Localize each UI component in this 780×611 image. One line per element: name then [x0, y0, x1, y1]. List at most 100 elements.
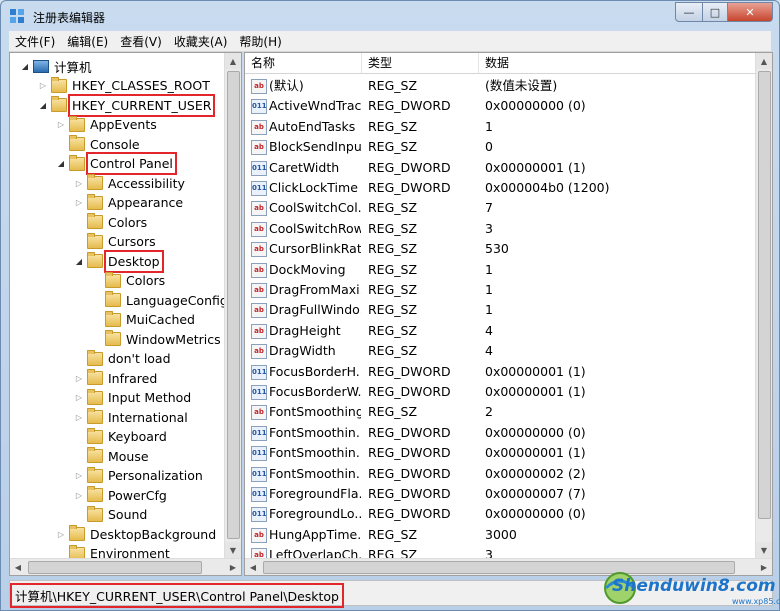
tree-node[interactable]: ◢ Desktop — [74, 249, 164, 273]
collapse-arrow-icon[interactable]: ◢ — [74, 257, 84, 266]
values-list-pane[interactable]: 名称 类型 数据 ab (默认) REG_SZ (数值未设置) 011 ActiveWnd… — [244, 52, 773, 576]
scroll-down-arrow-icon[interactable]: ▼ — [225, 542, 241, 558]
scroll-right-arrow-icon[interactable]: ▶ — [225, 559, 241, 575]
list-vertical-scrollbar[interactable]: ▲ ▼ — [755, 53, 772, 558]
value-row[interactable]: abDragFullWindo... REG_SZ 1 — [245, 300, 756, 320]
value-row[interactable]: 011 CaretWidth REG_DWORD 0x00000001 (1) — [245, 158, 756, 178]
tree-node[interactable]: ▷ International — [74, 408, 188, 426]
value-row[interactable]: ab CoolSwitchRows REG_SZ 3 — [245, 219, 756, 239]
expand-arrow-icon[interactable]: ▷ — [56, 120, 66, 129]
collapse-arrow-icon[interactable]: ◢ — [38, 101, 48, 110]
value-row[interactable]: 011 FontSmoothin... REG_DWORD 0x00000001 (1… — [245, 443, 756, 463]
tree-node[interactable]: Mouse — [74, 447, 149, 465]
scroll-left-arrow-icon[interactable]: ◀ — [10, 559, 26, 575]
menu-help[interactable]: 帮助(H) — [233, 33, 287, 50]
value-row[interactable]: ab FontSmoothing REG_SZ 2 — [245, 402, 756, 422]
binary-value-icon: 011 — [251, 99, 267, 115]
value-row[interactable]: 011 ClickLockTime REG_DWORD 0x000004b0 (120… — [245, 178, 756, 198]
tree-node[interactable]: ▷ HKEY_CLASSES_ROOT — [38, 76, 210, 95]
value-row[interactable]: ab DockMoving REG_SZ 1 — [245, 260, 756, 280]
tree-node[interactable]: don't load — [74, 349, 171, 368]
tree-scroll-thumb[interactable] — [227, 71, 240, 539]
collapse-arrow-icon[interactable]: ◢ — [20, 62, 30, 71]
value-row[interactable]: 011 FocusBorderH... REG_DWORD 0x00000001 (1… — [245, 362, 756, 382]
minimize-button[interactable]: — — [675, 2, 703, 22]
column-data[interactable]: 数据 — [479, 53, 755, 73]
expand-arrow-icon[interactable]: ▷ — [74, 491, 84, 500]
tree-node[interactable]: Keyboard — [74, 427, 167, 446]
tree-node[interactable]: Colors — [92, 271, 165, 290]
value-row[interactable]: 011ActiveWndTrac... REG_DWORD 0x00000000 (… — [245, 96, 756, 116]
value-data: (数值未设置) — [485, 78, 558, 93]
tree-node[interactable]: ▷ Input Method — [74, 388, 191, 407]
list-scroll-thumb[interactable] — [758, 71, 771, 519]
tree-node[interactable]: ▷ Personalization — [74, 466, 203, 485]
value-name: HungAppTime... — [269, 526, 361, 542]
expand-arrow-icon[interactable]: ▷ — [74, 198, 84, 207]
value-row[interactable]: 011 FontSmoothin... REG_DWORD 0x00000002 (2… — [245, 464, 756, 484]
value-row[interactable]: 011 FocusBorderW... REG_DWORD 0x00000001 (1… — [245, 382, 756, 402]
expand-arrow-icon[interactable]: ▷ — [38, 81, 48, 90]
tree-node[interactable]: LanguageConfig — [92, 291, 228, 309]
scroll-up-arrow-icon[interactable]: ▲ — [225, 53, 241, 69]
value-row[interactable]: ab DragHeight REG_SZ 4 — [245, 321, 756, 341]
expand-arrow-icon[interactable]: ▷ — [56, 530, 66, 539]
folder-icon — [87, 427, 103, 444]
tree-hscroll-thumb[interactable] — [28, 561, 202, 574]
tree-node[interactable]: ◢ Control Panel — [56, 152, 177, 175]
string-value-icon: ab — [251, 323, 267, 339]
tree-node[interactable]: Cursors — [74, 232, 156, 251]
value-row[interactable]: ab (默认) REG_SZ (数值未设置) — [245, 76, 756, 96]
close-button[interactable]: ✕ — [728, 2, 773, 22]
tree-node[interactable]: ▷ DesktopBackground — [56, 525, 216, 543]
menu-favorites[interactable]: 收藏夹(A) — [168, 33, 234, 50]
binary-value-icon: 011 — [251, 487, 267, 502]
folder-icon — [87, 408, 103, 424]
tree-node[interactable]: ▷ PowerCfg — [74, 486, 167, 504]
column-name[interactable]: 名称 — [245, 53, 362, 73]
expand-arrow-icon[interactable]: ▷ — [74, 471, 84, 480]
expand-arrow-icon[interactable]: ▷ — [74, 393, 84, 402]
tree-horizontal-scrollbar[interactable]: ◀ ▶ — [10, 558, 241, 575]
scroll-left-arrow-icon[interactable]: ◀ — [245, 559, 261, 575]
tree-node[interactable]: ▷ Accessibility — [74, 174, 185, 192]
value-row[interactable]: ab CoolSwitchCol... REG_SZ 7 — [245, 198, 756, 218]
value-row[interactable]: ab AutoEndTasks REG_SZ 1 — [245, 117, 756, 137]
tree-node[interactable]: ◢ 计算机 — [20, 57, 92, 75]
tree-node[interactable]: Sound — [74, 505, 147, 524]
tree-node[interactable]: Colors — [74, 213, 147, 231]
tree-node[interactable]: Console — [56, 135, 140, 153]
value-row[interactable]: 011 FontSmoothin... REG_DWORD 0x00000000 (0… — [245, 423, 756, 443]
collapse-arrow-icon[interactable]: ◢ — [56, 159, 66, 168]
value-row[interactable]: 011 ForegroundLo... REG_DWORD 0x00000000 (0… — [245, 504, 756, 524]
tree-node[interactable]: ▷ Appearance — [74, 193, 183, 212]
value-name: AutoEndTasks — [269, 118, 356, 134]
expand-arrow-icon[interactable]: ▷ — [74, 374, 84, 383]
tree-node[interactable]: ▷ Infrared — [74, 369, 157, 387]
expand-arrow-icon[interactable]: ▷ — [74, 179, 84, 188]
value-row[interactable]: ab DragWidth REG_SZ 4 — [245, 341, 756, 361]
value-row[interactable]: ab HungAppTime... REG_SZ 3000 — [245, 525, 756, 545]
value-type: REG_DWORD — [368, 465, 451, 481]
tree-vertical-scrollbar[interactable]: ▲ ▼ — [224, 53, 241, 558]
menu-file[interactable]: 文件(F) — [9, 33, 61, 50]
value-row[interactable]: ab CursorBlinkRate REG_SZ 530 — [245, 239, 756, 259]
value-type: REG_SZ — [368, 322, 418, 338]
tree-node[interactable]: ▷ AppEvents — [56, 115, 157, 134]
value-row[interactable]: 011 ForegroundFla... REG_DWORD 0x00000007 (… — [245, 484, 756, 504]
value-data: 7 — [485, 200, 493, 216]
title-bar[interactable]: 注册表编辑器 — □ ✕ — [1, 1, 779, 31]
column-type[interactable]: 类型 — [362, 53, 479, 73]
menu-edit[interactable]: 编辑(E) — [61, 33, 114, 50]
scroll-down-arrow-icon[interactable]: ▼ — [756, 542, 772, 558]
scroll-up-arrow-icon[interactable]: ▲ — [756, 53, 772, 69]
tree-node[interactable]: WindowMetrics — [92, 330, 221, 348]
menu-view[interactable]: 查看(V) — [114, 33, 168, 50]
tree-node[interactable]: MuiCached — [92, 310, 195, 329]
expand-arrow-icon[interactable]: ▷ — [74, 413, 84, 422]
value-row[interactable]: abBlockSendInpu... REG_SZ 0 — [245, 137, 756, 157]
value-row[interactable]: abDragFromMaxi... REG_SZ 1 — [245, 280, 756, 300]
key-tree-pane[interactable]: ◢ 计算机 ▷ HKEY_CLASSES_ROOT ◢ HKEY_CURRENT_USER… — [9, 52, 242, 576]
tree-node[interactable]: ◢ HKEY_CURRENT_USER — [38, 93, 216, 117]
maximize-button[interactable]: □ — [703, 2, 728, 22]
